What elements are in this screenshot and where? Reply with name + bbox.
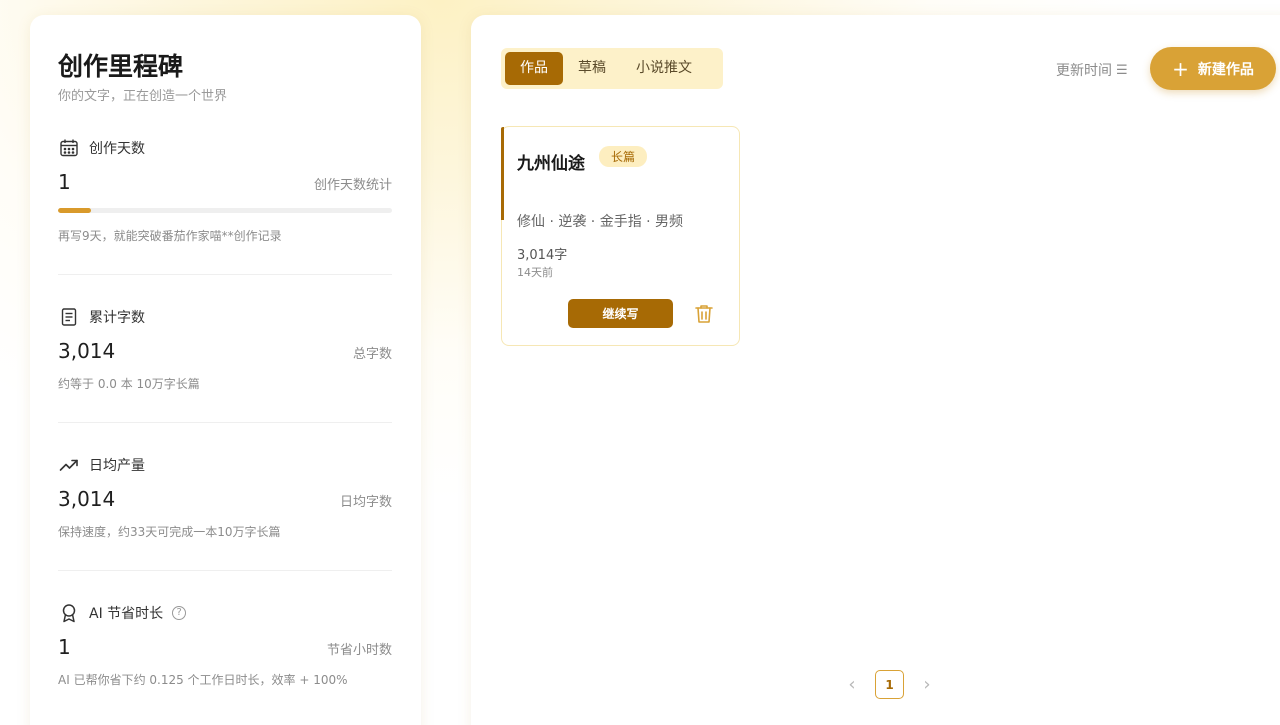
- document-icon: [58, 306, 80, 328]
- works-panel: 作品 草稿 小说推文 更新时间 ☰ + 新建作品 九州仙途 长篇 修仙 · 逆袭…: [471, 15, 1280, 725]
- stat-daily-output: 日均产量 3,014 日均字数 保持速度，约33天可完成一本10万字长篇: [58, 453, 392, 540]
- work-tags: 修仙 · 逆袭 · 金手指 · 男频: [517, 214, 684, 230]
- stat-creation-days: 创作天数 1 创作天数统计 再写9天，就能突破番茄作家喵**创作记录: [58, 136, 392, 244]
- stat-value: 1: [58, 170, 71, 194]
- page-number-current[interactable]: 1: [875, 670, 904, 699]
- tab-novel-promo[interactable]: 小说推文: [621, 52, 707, 85]
- help-circle-icon[interactable]: ?: [172, 606, 187, 620]
- continue-writing-button[interactable]: 继续写: [568, 299, 673, 328]
- stats-panel: 创作里程碑 你的文字，正在创造一个世界 创作天数 1 创作天数统计 再写9天，就…: [30, 15, 421, 725]
- stat-note: 再写9天，就能突破番茄作家喵**创作记录: [58, 229, 282, 243]
- stat-caption: 日均字数: [339, 495, 392, 510]
- stat-ai-time-saved: AI 节省时长 ? 1 节省小时数 AI 已帮你省下约 0.125 个工作日时长…: [58, 601, 392, 688]
- tab-works[interactable]: 作品: [505, 52, 563, 85]
- stat-label: 日均产量: [89, 458, 145, 474]
- stat-note: 约等于 0.0 本 10万字长篇: [58, 377, 200, 391]
- trend-up-icon: [58, 454, 80, 476]
- panel-subtitle: 你的文字，正在创造一个世界: [58, 89, 228, 104]
- new-work-button-label: 新建作品: [1197, 61, 1254, 78]
- stat-value: 3,014: [58, 339, 116, 363]
- work-updated-time: 14天前: [517, 266, 553, 279]
- stat-note: AI 已帮你省下约 0.125 个工作日时长，效率 + 100%: [58, 673, 348, 687]
- calendar-icon: [58, 137, 80, 159]
- days-progress-bar: [58, 208, 392, 213]
- plus-icon: +: [1172, 56, 1189, 81]
- card-accent-bar: [501, 127, 504, 220]
- tab-drafts[interactable]: 草稿: [563, 52, 621, 85]
- divider: [58, 274, 392, 275]
- stat-label: 累计字数: [89, 310, 145, 326]
- sort-control[interactable]: 更新时间 ☰: [1056, 60, 1128, 80]
- work-card[interactable]: 九州仙途 长篇 修仙 · 逆袭 · 金手指 · 男频 3,014字 14天前 继…: [501, 126, 740, 346]
- stat-value: 3,014: [58, 487, 116, 511]
- chevron-right-icon[interactable]: ›: [916, 674, 938, 695]
- trash-icon[interactable]: [693, 303, 715, 325]
- stat-total-words: 累计字数 3,014 总字数 约等于 0.0 本 10万字长篇: [58, 305, 392, 392]
- stat-note: 保持速度，约33天可完成一本10万字长篇: [58, 525, 281, 539]
- stat-label: 创作天数: [89, 141, 145, 157]
- days-progress-fill: [58, 208, 92, 213]
- work-type-badge: 长篇: [599, 146, 648, 167]
- award-icon: [58, 602, 80, 624]
- stat-caption: 节省小时数: [326, 643, 392, 658]
- pagination: ‹ 1 ›: [841, 670, 938, 699]
- sort-label: 更新时间: [1056, 63, 1112, 79]
- work-word-count: 3,014字: [517, 248, 568, 263]
- stat-value: 1: [58, 635, 71, 659]
- stat-caption: 创作天数统计: [313, 178, 392, 193]
- sort-icon: ☰: [1116, 62, 1128, 78]
- divider: [58, 570, 392, 571]
- works-tabs: 作品 草稿 小说推文: [501, 48, 723, 89]
- stat-caption: 总字数: [352, 347, 392, 362]
- work-title: 九州仙途: [517, 154, 585, 174]
- new-work-button[interactable]: + 新建作品: [1150, 47, 1276, 90]
- chevron-left-icon[interactable]: ‹: [841, 674, 863, 695]
- stat-label: AI 节省时长: [89, 606, 164, 622]
- panel-title: 创作里程碑: [58, 52, 184, 81]
- divider: [58, 422, 392, 423]
